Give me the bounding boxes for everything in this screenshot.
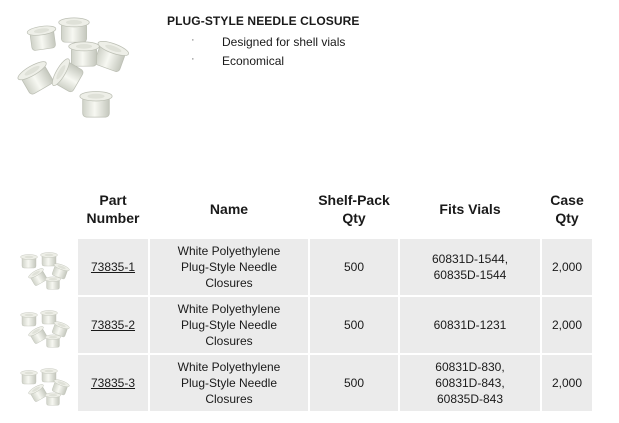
header-name: Name — [150, 180, 308, 237]
shelf-pack-qty-cell: 500 — [310, 355, 398, 411]
product-thumbnail-icon — [20, 368, 71, 406]
feature-text: Economical — [222, 54, 285, 68]
fits-vials-cell: 60831D-1544, 60835D-1544 — [400, 239, 540, 295]
product-title: PLUG-STYLE NEEDLE CLOSURE — [167, 14, 360, 28]
header-part-number: Part Number — [78, 180, 148, 237]
header-part-number-label: Part Number — [86, 191, 140, 226]
fits-vials-cell: 60831D-830, 60831D-843, 60835D-843 — [400, 355, 540, 411]
name-cell: White Polyethylene Plug-Style Needle Clo… — [150, 239, 308, 295]
feature-list: · Designed for shell vials · Economical — [190, 34, 345, 72]
header-shelf-pack-qty-label: Shelf-Pack Qty — [318, 191, 390, 226]
case-qty-cell: 2,000 — [542, 239, 592, 295]
part-number-cell: 73835-1 — [78, 239, 148, 295]
table-row: 73835-3 White Polyethylene Plug-Style Ne… — [10, 355, 592, 411]
product-photo — [15, 17, 131, 118]
row-thumbnail — [10, 297, 76, 353]
case-qty-cell: 2,000 — [542, 297, 592, 353]
product-thumbnail-icon — [20, 252, 71, 290]
header-case-qty-label: Case Qty — [550, 191, 584, 226]
bullet-icon: · — [191, 53, 195, 65]
header-name-label: Name — [209, 200, 249, 217]
table-row: 73835-1 White Polyethylene Plug-Style Ne… — [10, 239, 592, 295]
table-header-row: Part Number Name Shelf-Pack Qty Fits Via… — [10, 180, 592, 237]
row-thumbnail — [10, 239, 76, 295]
name-cell: White Polyethylene Plug-Style Needle Clo… — [150, 297, 308, 353]
part-number-link[interactable]: 73835-1 — [91, 260, 135, 274]
shelf-pack-qty-cell: 500 — [310, 239, 398, 295]
part-number-cell: 73835-3 — [78, 355, 148, 411]
header-fits-vials-label: Fits Vials — [439, 200, 501, 217]
case-qty-cell: 2,000 — [542, 355, 592, 411]
name-cell: White Polyethylene Plug-Style Needle Clo… — [150, 355, 308, 411]
part-number-link[interactable]: 73835-3 — [91, 376, 135, 390]
row-thumbnail — [10, 355, 76, 411]
table-row: 73835-2 White Polyethylene Plug-Style Ne… — [10, 297, 592, 353]
header-case-qty: Case Qty — [542, 180, 592, 237]
fits-vials-cell: 60831D-1231 — [400, 297, 540, 353]
header-image — [10, 180, 76, 237]
part-number-link[interactable]: 73835-2 — [91, 318, 135, 332]
product-thumbnail-icon — [20, 310, 71, 348]
bullet-icon: · — [191, 34, 195, 46]
part-number-cell: 73835-2 — [78, 297, 148, 353]
feature-item: · Designed for shell vials — [190, 34, 345, 53]
header-fits-vials: Fits Vials — [400, 180, 540, 237]
product-table: Part Number Name Shelf-Pack Qty Fits Via… — [8, 178, 594, 413]
feature-text: Designed for shell vials — [222, 35, 346, 49]
header-shelf-pack-qty: Shelf-Pack Qty — [310, 180, 398, 237]
shelf-pack-qty-cell: 500 — [310, 297, 398, 353]
feature-item: · Economical — [190, 53, 345, 72]
